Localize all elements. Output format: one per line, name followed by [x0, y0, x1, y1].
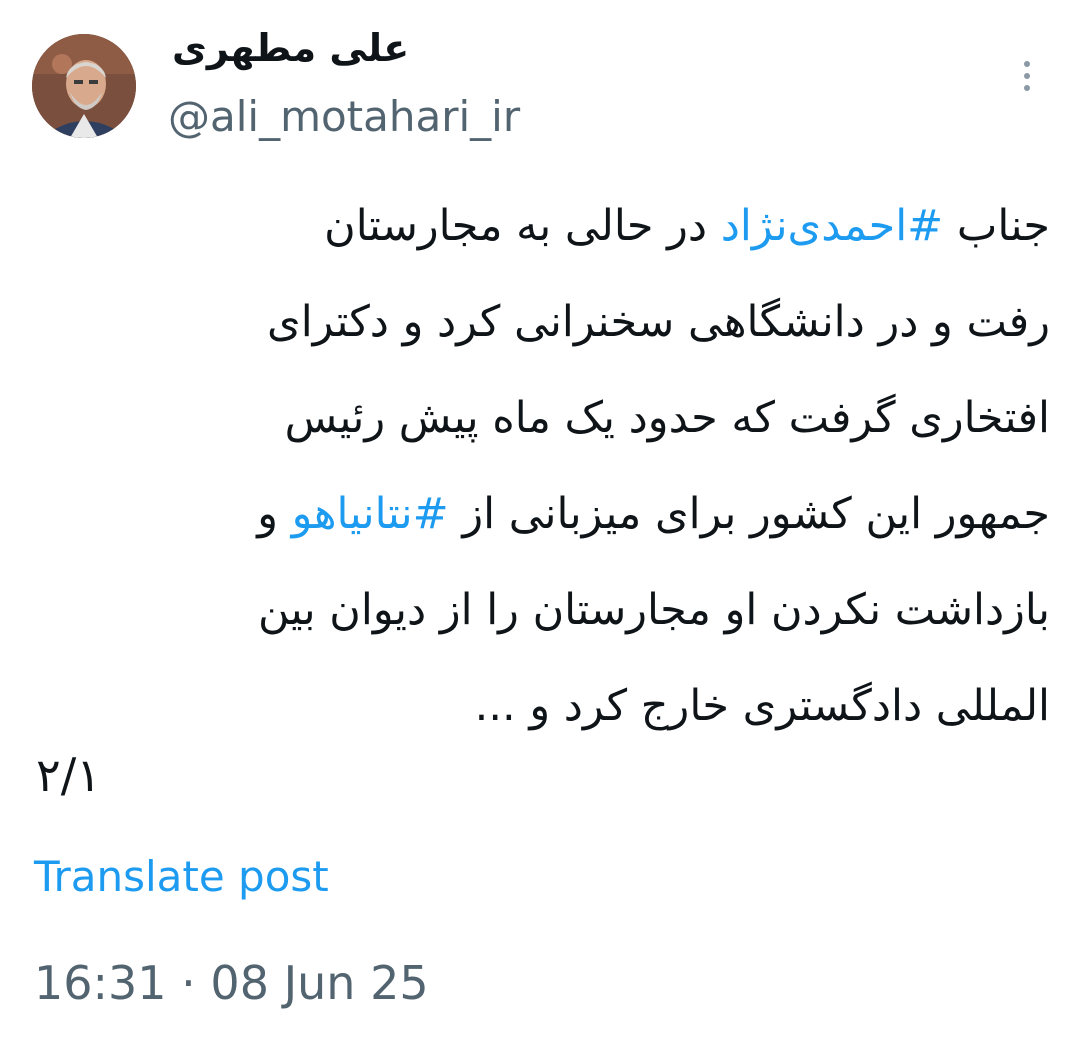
tweet-line: المللی دادگستری خارج کرد و ... — [474, 681, 1050, 731]
post-timestamp[interactable]: 16:31 · 08 Jun 25 — [34, 956, 429, 1010]
translate-post-link[interactable]: Translate post — [34, 852, 329, 901]
tweet-line: بازداشت نکردن او مجارستان را از دیوان بی… — [257, 585, 1050, 635]
tweet-line: جمهور این کشور برای میزبانی از #نتانیاهو… — [257, 489, 1050, 539]
user-handle[interactable]: @ali_motahari_ir — [168, 92, 520, 141]
more-vertical-icon[interactable] — [1012, 56, 1042, 96]
hashtag-link[interactable]: #نتانیاهو — [292, 489, 449, 539]
hashtag-link[interactable]: #احمدی‌نژاد — [721, 201, 943, 251]
tweet-line: رفت و در دانشگاهی سخنرانی کرد و دکترای — [267, 297, 1050, 347]
tweet-line: جناب #احمدی‌نژاد در حالی به مجارستان — [324, 201, 1050, 251]
display-name[interactable]: علی مطهری — [172, 26, 409, 70]
thread-count: ۲/۱ — [36, 748, 101, 802]
profile-photo — [32, 34, 136, 138]
avatar[interactable] — [32, 34, 136, 138]
tweet-line: افتخاری گرفت که حدود یک ماه پیش رئیس — [284, 393, 1050, 443]
tweet-text: جناب #احمدی‌نژاد در حالی به مجارستان رفت… — [20, 178, 1050, 754]
